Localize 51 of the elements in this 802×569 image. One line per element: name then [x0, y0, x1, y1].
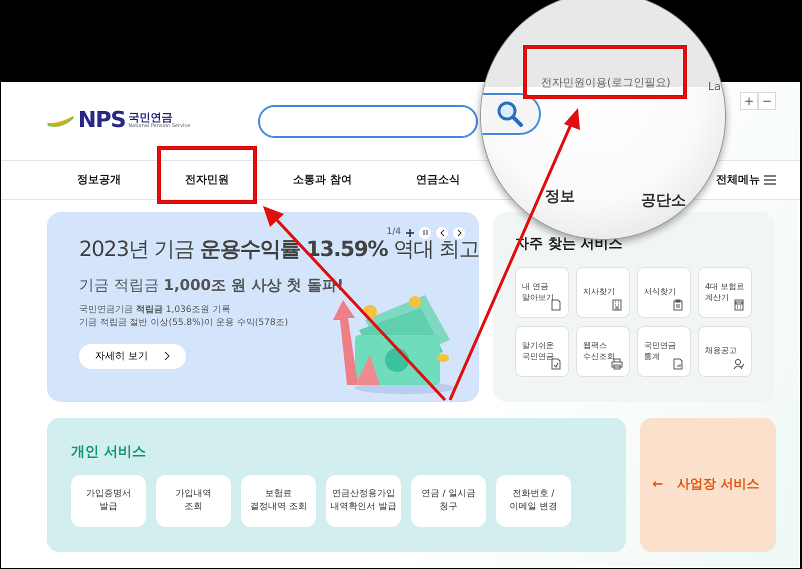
prev-button[interactable]: [436, 226, 448, 239]
clipboard-icon: [672, 299, 684, 311]
building-icon: [611, 299, 623, 311]
service-tile[interactable]: 알기쉬운 국민연금: [515, 326, 569, 377]
document-icon: [672, 358, 684, 370]
service-tile[interactable]: 웹팩스 수신조회: [576, 326, 630, 377]
plus-icon[interactable]: [406, 228, 414, 237]
pause-icon: [422, 230, 428, 236]
person-icon: [733, 358, 745, 370]
banner-title: 2023년 기금 운용수익률 13.59% 역대 최고: [79, 236, 479, 263]
nav-link[interactable]: 공단소: [641, 189, 686, 212]
service-button[interactable]: 전화번호 / 이메일 변경: [496, 475, 571, 527]
slide-counter: 1/4: [386, 226, 401, 239]
nav-link[interactable]: 정보공개: [77, 172, 121, 188]
service-button[interactable]: 연금산정용가입 내역확인서 발급: [326, 475, 401, 527]
service-tile[interactable]: 4대 보험료 계산기: [698, 267, 752, 318]
menu-icon[interactable]: [764, 175, 776, 185]
nav-link[interactable]: 소통과 참여: [293, 172, 352, 188]
logo-text: NPS: [78, 110, 126, 132]
service-tile[interactable]: 국민연금 통계: [637, 326, 691, 377]
e-service-link[interactable]: 전자민원이용(로그인필요): [541, 75, 671, 92]
search-field[interactable]: [258, 104, 478, 138]
next-button[interactable]: [453, 226, 465, 239]
chevron-right-icon: [456, 230, 462, 236]
zoom-out-button[interactable]: −: [758, 92, 776, 110]
service-button[interactable]: 가입증명서 발급: [71, 475, 146, 527]
service-tile[interactable]: 채용공고: [698, 326, 752, 377]
nav-link[interactable]: 연금소식: [416, 172, 460, 188]
zoom-in-button[interactable]: +: [740, 92, 758, 110]
banner-text: 기금 적립금 절반 이상(55.8%)이 운용 수익(578조): [79, 317, 290, 330]
section-title: 개인 서비스: [71, 443, 147, 462]
logo-swoosh-icon: [45, 114, 75, 128]
nav-link[interactable]: 정보: [545, 185, 575, 208]
pause-button[interactable]: [419, 226, 431, 239]
service-button[interactable]: 가입내역 조회: [156, 475, 231, 527]
service-tile[interactable]: 지사찾기: [576, 267, 630, 318]
nav-link[interactable]: 전자민원: [185, 172, 229, 188]
service-button[interactable]: 보험료 결정내역 조회: [241, 475, 316, 527]
chevron-left-icon: [440, 230, 444, 236]
service-tile[interactable]: 서식찾기: [637, 267, 691, 318]
banner-text: 국민연금기금 적립금 1,036조원 기록: [79, 304, 232, 317]
search-icon: [496, 100, 524, 128]
more-button[interactable]: 자세히 보기: [79, 344, 186, 370]
logo-name: 국민연금: [128, 112, 172, 123]
arrow-left-icon: ←: [652, 475, 664, 495]
search-button[interactable]: [481, 93, 541, 135]
service-button[interactable]: 연금 / 일시금 청구: [411, 475, 486, 527]
language-link[interactable]: La: [708, 79, 721, 96]
all-menu-link[interactable]: 전체메뉴: [716, 172, 760, 188]
service-tile[interactable]: 내 연금 알아보기: [515, 267, 569, 318]
calculator-icon: [733, 299, 745, 311]
